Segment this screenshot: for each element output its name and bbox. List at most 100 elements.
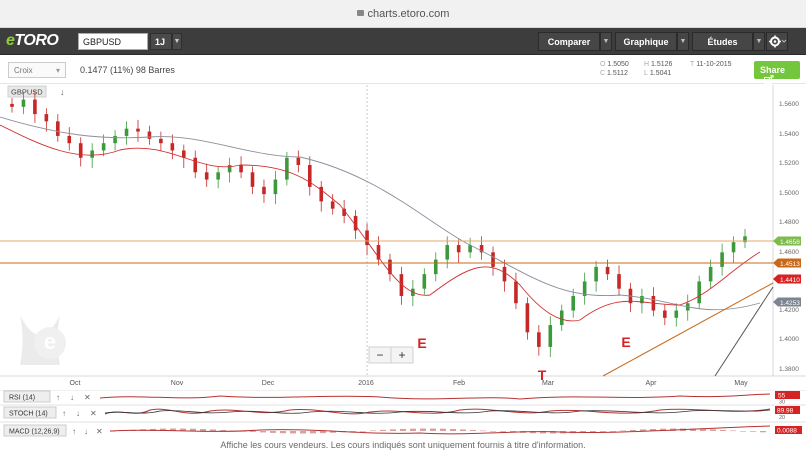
macd-bar (250, 431, 256, 432)
candle-body (330, 201, 335, 209)
arrow-down-icon[interactable]: ↓ (60, 87, 65, 97)
chart-area[interactable]: e GBPUSD ↓ E T E − + 1.5600 1.5400 1.520… (0, 85, 806, 390)
macd-bar (440, 428, 446, 431)
symbol-input[interactable]: GBPUSD (78, 33, 148, 50)
top-toolbar: eTORO GBPUSD 1J ▼ Comparer ▼ Graphique ▼… (0, 28, 806, 55)
candle-body (296, 157, 301, 166)
arrow-up-icon[interactable]: ↑ (62, 409, 66, 418)
rsi-label: RSI (14) (9, 395, 35, 402)
settings-button[interactable] (766, 32, 788, 51)
candle-body (101, 143, 106, 151)
chevron-down-icon: ▾ (55, 66, 60, 75)
close-icon[interactable]: ✕ (84, 393, 91, 402)
share-button[interactable]: Share (754, 61, 800, 84)
candle-body (285, 157, 289, 180)
arrow-down-icon[interactable]: ↓ (84, 427, 88, 436)
gear-icon (769, 35, 787, 48)
macd-bar (710, 429, 716, 431)
macd-bar (390, 429, 396, 431)
arrow-down-icon[interactable]: ↓ (70, 393, 74, 402)
compare-chevron-down-icon[interactable]: ▼ (600, 32, 612, 51)
candle-body (216, 172, 220, 180)
y-tick-label: 1.4800 (779, 219, 799, 226)
x-tick-label: Nov (171, 380, 184, 387)
candle-body (239, 165, 243, 173)
candle-body (159, 138, 163, 144)
candle-body (674, 310, 679, 318)
ohlc-low: L 1.5041 (644, 70, 672, 77)
macd-bar (630, 429, 636, 431)
candle-body (594, 266, 598, 282)
studies-chevron-down-icon[interactable]: ▼ (753, 32, 765, 51)
x-axis: Oct Nov Dec 2016 Feb Mar Apr May (70, 380, 749, 387)
ohlc-high: H 1.5126 (644, 61, 673, 68)
price-label: 1.4410 (780, 277, 800, 284)
macd-bar (310, 431, 316, 434)
macd-bar (480, 430, 486, 432)
candle-body (170, 143, 175, 151)
candle-body (571, 295, 576, 311)
close-icon[interactable]: ✕ (90, 409, 97, 418)
macd-bar (490, 431, 496, 432)
timeframe-button[interactable]: 1J (150, 33, 172, 50)
macd-bar (620, 430, 626, 432)
candle-body (605, 266, 610, 275)
candle-body (56, 121, 60, 136)
share-icon (764, 74, 774, 84)
x-tick-label: Feb (453, 380, 465, 387)
macd-bar (320, 431, 326, 434)
browser-address-bar: charts.etoro.com (0, 0, 806, 28)
x-tick-label: May (734, 380, 748, 387)
info-toolbar: Croix ▾ 0.1477 (11%) 98 Barres O 1.5050 … (0, 56, 806, 84)
macd-bar (500, 431, 506, 432)
compare-button[interactable]: Comparer (538, 32, 600, 51)
macd-bar (430, 428, 436, 431)
price-labels: 1.4658 1.4513 1.4410 1.4253 (773, 236, 801, 307)
candle-body (90, 150, 94, 158)
indicator-panels: RSI (14) ↑ ↓ ✕ 55 30 STOCH (14) ↑ ↓ ✕ 89… (0, 389, 806, 440)
price-label: 1.4253 (780, 300, 800, 307)
candle-body (10, 103, 14, 107)
chart-app: charts.etoro.com eTORO GBPUSD 1J ▼ Compa… (0, 0, 806, 453)
x-tick-label: Oct (70, 380, 81, 387)
lock-icon (356, 10, 364, 16)
candle-body (525, 303, 530, 333)
macd-label: MACD (12,26,9) (9, 429, 60, 436)
disclaimer-footer: Affiche les cours vendeurs. Les cours in… (220, 440, 586, 450)
candle-body (147, 131, 152, 139)
zoom-in-icon: + (398, 348, 405, 362)
zoom-out-icon: − (376, 348, 383, 362)
candle-body (33, 99, 37, 115)
candle-body (502, 266, 507, 282)
candle-body (537, 332, 541, 347)
ohlc-close: C 1.5112 (600, 70, 628, 77)
macd-bar (210, 429, 216, 431)
candle-body (559, 310, 564, 326)
candle-body (422, 274, 427, 289)
macd-bar (730, 430, 736, 432)
macd-bar (410, 428, 416, 431)
close-icon[interactable]: ✕ (96, 427, 103, 436)
candle-body (124, 128, 129, 136)
y-tick-label: 1.5000 (779, 190, 799, 197)
macd-bar (280, 431, 286, 434)
price-label: 1.4658 (780, 239, 800, 246)
candle-body (491, 252, 495, 267)
y-tick-label: 1.5400 (779, 131, 799, 138)
graph-button[interactable]: Graphique (615, 32, 677, 51)
chart-svg[interactable]: e GBPUSD ↓ E T E − + 1.5600 1.5400 1.520… (0, 85, 806, 390)
studies-button[interactable]: Études (692, 32, 753, 51)
y-tick-label: 1.4600 (779, 249, 799, 256)
crosshair-select[interactable]: Croix ▾ (8, 62, 66, 78)
timeframe-chevron-down-icon[interactable]: ▼ (172, 33, 182, 50)
arrow-up-icon[interactable]: ↑ (72, 427, 76, 436)
arrow-down-icon[interactable]: ↓ (76, 409, 80, 418)
candle-body (262, 186, 266, 195)
candle-body (78, 143, 83, 158)
candle-body (21, 99, 26, 107)
annotation-e-right: E (621, 334, 630, 350)
stoch-level: 20 (779, 415, 785, 421)
graph-chevron-down-icon[interactable]: ▼ (677, 32, 689, 51)
arrow-up-icon[interactable]: ↑ (56, 393, 60, 402)
candle-body (514, 281, 518, 304)
